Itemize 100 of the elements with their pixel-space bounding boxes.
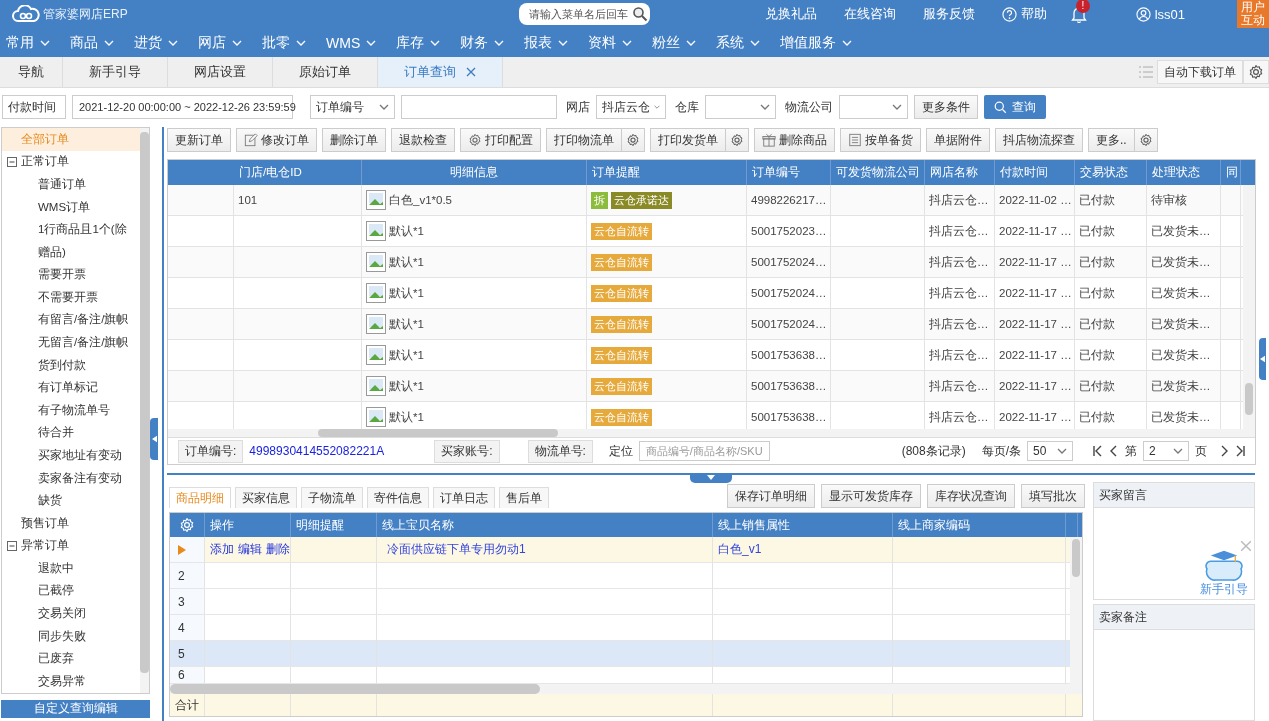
sidebar-item[interactable]: 货到付款: [2, 353, 140, 377]
mascot-icon[interactable]: [1205, 548, 1243, 582]
query-button[interactable]: 查询: [984, 95, 1046, 119]
menu-item[interactable]: 商品: [70, 33, 114, 52]
page-select[interactable]: 2: [1143, 441, 1189, 461]
menu-item[interactable]: 网店: [198, 33, 242, 52]
toolbar-button[interactable]: 打印配置: [460, 128, 541, 152]
collapse-icon[interactable]: [7, 540, 17, 551]
collapse-handle[interactable]: [150, 418, 158, 460]
detail-row[interactable]: 2: [170, 563, 1070, 589]
settings-button[interactable]: [726, 128, 749, 152]
row-action-link[interactable]: 添加: [210, 541, 234, 558]
detail-action-button[interactable]: 库存状况查询: [927, 484, 1016, 508]
menu-item[interactable]: 财务: [460, 33, 505, 52]
sidebar-item[interactable]: 同步失败: [2, 624, 140, 648]
menu-item[interactable]: 批零: [262, 33, 306, 52]
custom-query-button[interactable]: 自定义查询编辑: [1, 699, 150, 718]
toolbar-button[interactable]: 更新订单: [167, 128, 231, 152]
order-number-link[interactable]: 4998930414552082221A: [249, 444, 385, 458]
horizontal-scrollbar[interactable]: [168, 429, 1255, 437]
sidebar-item[interactable]: 退款中: [2, 557, 140, 580]
toolbar-button[interactable]: 抖店物流探查: [995, 128, 1083, 152]
menu-item[interactable]: 库存: [396, 33, 441, 52]
sidebar-item[interactable]: 有订单标记: [2, 376, 140, 399]
next-page-icon[interactable]: [1219, 445, 1229, 457]
sidebar-item[interactable]: 不需要开票: [2, 285, 140, 309]
collapse-icon[interactable]: [7, 156, 17, 167]
row-action-link[interactable]: 删除: [266, 541, 290, 558]
sidebar-item[interactable]: 需要开票: [2, 263, 140, 286]
sidebar-item[interactable]: 待合并: [2, 421, 140, 445]
detail-action-button[interactable]: 保存订单明细: [727, 484, 816, 508]
sidebar-item[interactable]: 交易异常: [2, 670, 140, 693]
menu-item[interactable]: 增值服务: [780, 33, 853, 52]
guide-link[interactable]: 新手引导: [1200, 582, 1248, 597]
menu-item[interactable]: 进货: [134, 33, 178, 52]
menu-item[interactable]: 系统: [716, 33, 761, 52]
toolbar-button[interactable]: 按单备货: [840, 128, 921, 152]
sidebar-item[interactable]: 有留言/备注/旗帜: [2, 308, 140, 332]
previous-page-icon[interactable]: [1109, 445, 1119, 457]
header-link[interactable]: 在线咨询: [844, 5, 896, 23]
toolbar-button[interactable]: 删除订单: [322, 128, 386, 152]
toolbar-button[interactable]: 删除商品: [754, 128, 835, 152]
detail-tab[interactable]: 子物流单: [301, 487, 363, 508]
sidebar-item[interactable]: 无留言/备注/旗帜: [2, 331, 140, 354]
user-menu[interactable]: lss01: [1135, 6, 1185, 22]
page-tab[interactable]: 新手引导: [63, 57, 168, 87]
detail-tab[interactable]: 寄件信息: [367, 487, 429, 508]
menu-search-field[interactable]: 请输入菜单名后回车: [519, 3, 650, 25]
sidebar-item[interactable]: 正常订单: [2, 150, 140, 174]
sidebar-item[interactable]: 卖家备注有变动: [2, 466, 140, 490]
sidebar-item[interactable]: 已截停: [2, 579, 140, 603]
detail-row[interactable]: 3: [170, 589, 1070, 615]
vertical-scrollbar[interactable]: [1070, 537, 1082, 684]
detail-tab[interactable]: 订单日志: [433, 487, 495, 508]
sidebar-item[interactable]: 有子物流单号: [2, 398, 140, 422]
sidebar-item[interactable]: 普通订单: [2, 173, 140, 196]
order-field-select[interactable]: 订单编号: [310, 95, 395, 119]
detail-action-button[interactable]: 填写批次: [1021, 484, 1086, 508]
page-tab[interactable]: 网店设置: [168, 57, 273, 87]
vertical-scrollbar[interactable]: [140, 128, 149, 693]
vertical-scrollbar[interactable]: [1243, 185, 1255, 429]
page-tab[interactable]: 导航: [0, 57, 63, 87]
detail-row[interactable]: 添加 编辑 删除 冷面供应链下单专用勿动1 白色_v1: [170, 537, 1070, 563]
detail-row[interactable]: 5: [170, 641, 1070, 667]
toolbar-button[interactable]: 单据附件: [926, 128, 990, 152]
settings-button[interactable]: [1134, 128, 1158, 152]
sidebar-item[interactable]: 异常订单: [2, 534, 140, 558]
page-tab[interactable]: 订单查询: [378, 57, 503, 87]
detail-row[interactable]: 4: [170, 615, 1070, 641]
header-link[interactable]: 服务反馈: [923, 5, 975, 23]
per-page-select[interactable]: 50: [1027, 441, 1073, 461]
sidebar-item[interactable]: 交易关闭: [2, 602, 140, 625]
collapse-handle[interactable]: [690, 475, 732, 483]
toolbar-button[interactable]: 修改订单: [236, 128, 317, 152]
sidebar-item[interactable]: 预售订单: [2, 511, 140, 535]
detail-tab[interactable]: 买家信息: [235, 487, 297, 508]
detail-tab[interactable]: 售后单: [499, 487, 549, 508]
toolbar-button[interactable]: 退款检查: [391, 128, 455, 152]
header-link[interactable]: 兑换礼品: [765, 5, 817, 23]
menu-item[interactable]: 常用: [6, 33, 50, 52]
close-icon[interactable]: [466, 67, 476, 77]
toolbar-button[interactable]: 打印物流单: [546, 128, 622, 152]
auto-download-button[interactable]: 自动下载订单: [1157, 60, 1243, 84]
detail-action-button[interactable]: 显示可发货库存: [821, 484, 922, 508]
sidebar-item[interactable]: 买家地址有变动: [2, 444, 140, 467]
menu-item[interactable]: 粉丝: [652, 33, 697, 52]
horizontal-scrollbar[interactable]: [170, 684, 1082, 694]
help-link[interactable]: 帮助: [1002, 5, 1047, 23]
menu-item[interactable]: WMS: [326, 34, 377, 51]
menu-item[interactable]: 资料: [588, 33, 633, 52]
detail-row[interactable]: 6: [170, 667, 1070, 684]
toolbar-button[interactable]: 打印发货单: [650, 128, 726, 152]
toolbar-button[interactable]: 更多..: [1088, 128, 1135, 152]
sidebar-item[interactable]: 已废弃: [2, 647, 140, 671]
last-page-icon[interactable]: [1235, 445, 1245, 457]
sidebar-item[interactable]: WMS订单: [2, 195, 140, 219]
shop-select[interactable]: 抖店云仓: [596, 95, 666, 119]
collapse-handle[interactable]: [1258, 338, 1266, 380]
row-action-link[interactable]: 编辑: [238, 541, 262, 558]
more-conditions-button[interactable]: 更多条件: [914, 95, 978, 119]
